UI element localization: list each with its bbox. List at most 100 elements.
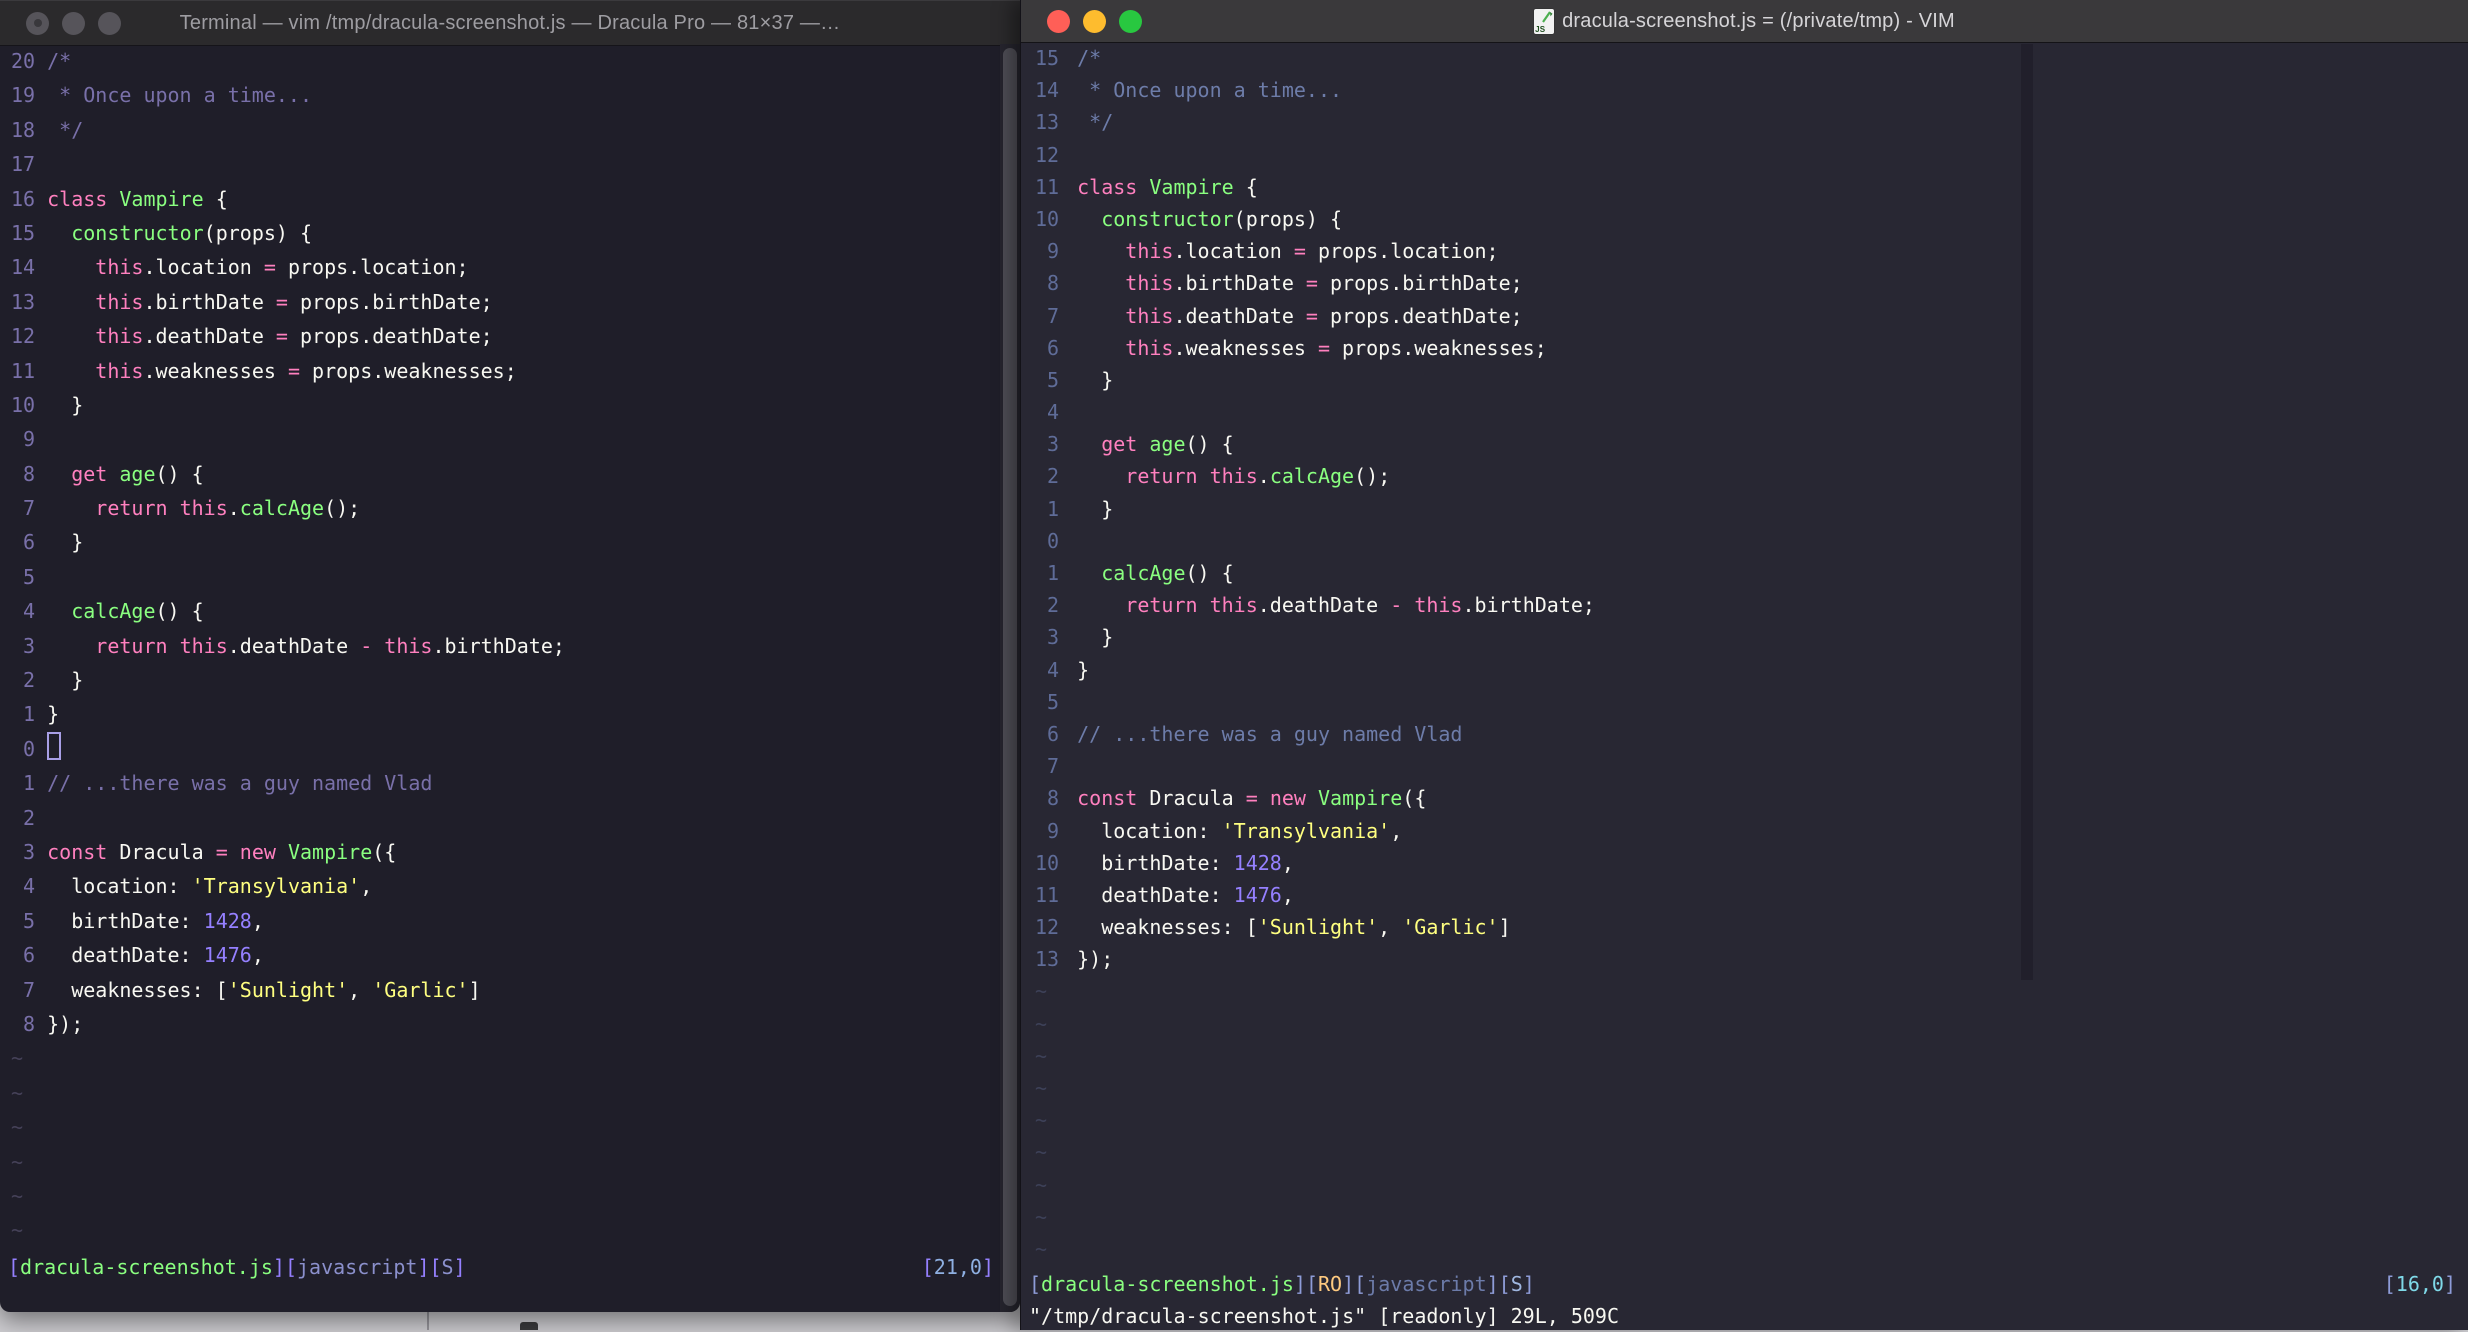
- zoom-button[interactable]: [98, 11, 121, 35]
- line-number: 11: [11, 358, 36, 383]
- code-line: 17: [0, 147, 1000, 181]
- code-token: (props) {: [1233, 206, 1343, 231]
- line-number: 14: [11, 255, 36, 280]
- code-line: 11 class Vampire {: [1021, 171, 2468, 203]
- line-number: 9: [23, 427, 36, 452]
- empty-line: ~: [1021, 1136, 2468, 1168]
- code-token: age: [1149, 432, 1186, 457]
- line-number: 5: [1047, 689, 1060, 714]
- code-line: 0: [0, 731, 1000, 766]
- code-token: }: [1077, 496, 1114, 521]
- code-line: 6 deathDate: 1476,: [0, 938, 1000, 972]
- code-token: class: [47, 186, 108, 211]
- line-number: 4: [1047, 657, 1060, 682]
- tilde-marker: ~: [11, 1080, 24, 1105]
- terminal-titlebar[interactable]: Terminal — vim /tmp/dracula-screenshot.j…: [0, 0, 1020, 46]
- zoom-button[interactable]: [1119, 9, 1142, 33]
- line-number: 20: [11, 49, 36, 73]
- scrollbar-thumb[interactable]: [1003, 48, 1017, 1306]
- code-token: ,: [251, 943, 264, 968]
- code-line: 9 location: 'Transylvania',: [1021, 815, 2468, 847]
- minimize-button[interactable]: [1083, 9, 1106, 33]
- code-line: 2 return this.deathDate - this.birthDate…: [1021, 589, 2468, 621]
- code-token: .weaknesses: [1173, 335, 1318, 360]
- code-line: 8 get age() {: [0, 457, 1000, 491]
- code-token: deathDate:: [47, 943, 204, 968]
- code-line: 4: [1021, 396, 2468, 428]
- line-number: 12: [11, 324, 36, 349]
- code-token: return: [95, 633, 168, 658]
- code-token: ,: [1378, 915, 1403, 940]
- code-token: this: [1125, 335, 1174, 360]
- code-token: this: [1125, 271, 1174, 296]
- code-token: 'Garlic': [1402, 915, 1499, 940]
- minimize-button[interactable]: [62, 11, 85, 35]
- code-token: {: [1233, 174, 1258, 199]
- line-number: 8: [1047, 786, 1060, 811]
- code-line: 13 this.birthDate = props.birthDate;: [0, 285, 1000, 319]
- close-button[interactable]: [1047, 9, 1070, 33]
- empty-line: ~: [0, 1110, 1000, 1144]
- code-line: 1 // ...there was a guy named Vlad: [0, 766, 1000, 800]
- code-line: 12 this.deathDate = props.deathDate;: [0, 319, 1000, 353]
- macvim-titlebar[interactable]: JS dracula-screenshot.js = (/private/tmp…: [1021, 0, 2468, 43]
- code-line: 11 this.weaknesses = props.weaknesses;: [0, 354, 1000, 388]
- line-number: 3: [23, 633, 36, 658]
- code-token: ,: [1281, 882, 1294, 907]
- traffic-lights: [26, 1, 121, 45]
- code-token: =: [263, 255, 276, 280]
- line-number: 18: [11, 117, 36, 142]
- tilde-marker: ~: [1035, 1011, 1048, 1036]
- code-token: });: [47, 1011, 84, 1036]
- terminal-window: Terminal — vim /tmp/dracula-screenshot.j…: [0, 0, 1020, 1312]
- code-line: 1}: [0, 697, 1000, 731]
- desktop-window-edge: [427, 1312, 429, 1330]
- vim-buffer-right[interactable]: 15/* 14 * Once upon a time... 13 */12 11 cla…: [1021, 42, 2468, 1265]
- vim-buffer-left[interactable]: 20/* 19 * Once upon a time... 18 */17 16 cla…: [0, 44, 1000, 1248]
- code-line: 3 const Dracula = new Vampire({: [0, 835, 1000, 869]
- code-token: }: [47, 530, 84, 555]
- line-number: 6: [1047, 721, 1060, 746]
- empty-line: ~: [1021, 1233, 2468, 1265]
- code-token: new: [1269, 786, 1306, 811]
- code-line: 20 /*: [0, 44, 1000, 78]
- code-token: Dracula: [107, 839, 216, 864]
- code-token: get: [71, 461, 108, 486]
- code-line: 7 weaknesses: ['Sunlight', 'Garlic']: [0, 973, 1000, 1007]
- status-segment: 21,0: [933, 1255, 982, 1279]
- code-token: props.deathDate;: [1317, 303, 1523, 328]
- code-token: calcAge: [71, 599, 156, 624]
- code-token: ({: [1402, 786, 1427, 811]
- close-button[interactable]: [26, 11, 49, 35]
- line-number: 2: [1047, 464, 1060, 489]
- status-segment: dracula-screenshot.js: [20, 1255, 273, 1279]
- line-number: 2: [23, 805, 36, 830]
- code-token: this: [1209, 464, 1258, 489]
- code-token: // ...there was a guy named Vlad: [1077, 721, 1463, 746]
- code-token: =: [1305, 303, 1318, 328]
- code-line: 16 class Vampire {: [0, 182, 1000, 216]
- code-line: 8 const Dracula = new Vampire({: [1021, 782, 2468, 814]
- empty-line: ~: [1021, 1104, 2468, 1136]
- empty-line: ~: [1021, 1040, 2468, 1072]
- desktop-background: [0, 1312, 1020, 1330]
- code-token: ();: [324, 496, 361, 521]
- code-line: 6 // ...there was a guy named Vlad: [1021, 718, 2468, 750]
- code-line: 2: [0, 801, 1000, 835]
- line-number: 9: [1047, 239, 1060, 264]
- code-token: class: [1077, 174, 1138, 199]
- code-line: 5: [1021, 686, 2468, 718]
- code-token: * Once upon a time...: [1077, 78, 1343, 103]
- code-token: ,: [251, 908, 264, 933]
- code-token: ,: [360, 874, 373, 899]
- code-line: 7: [1021, 750, 2468, 782]
- code-token: ]: [468, 977, 481, 1002]
- window-title: Terminal — vim /tmp/dracula-screenshot.j…: [179, 11, 841, 34]
